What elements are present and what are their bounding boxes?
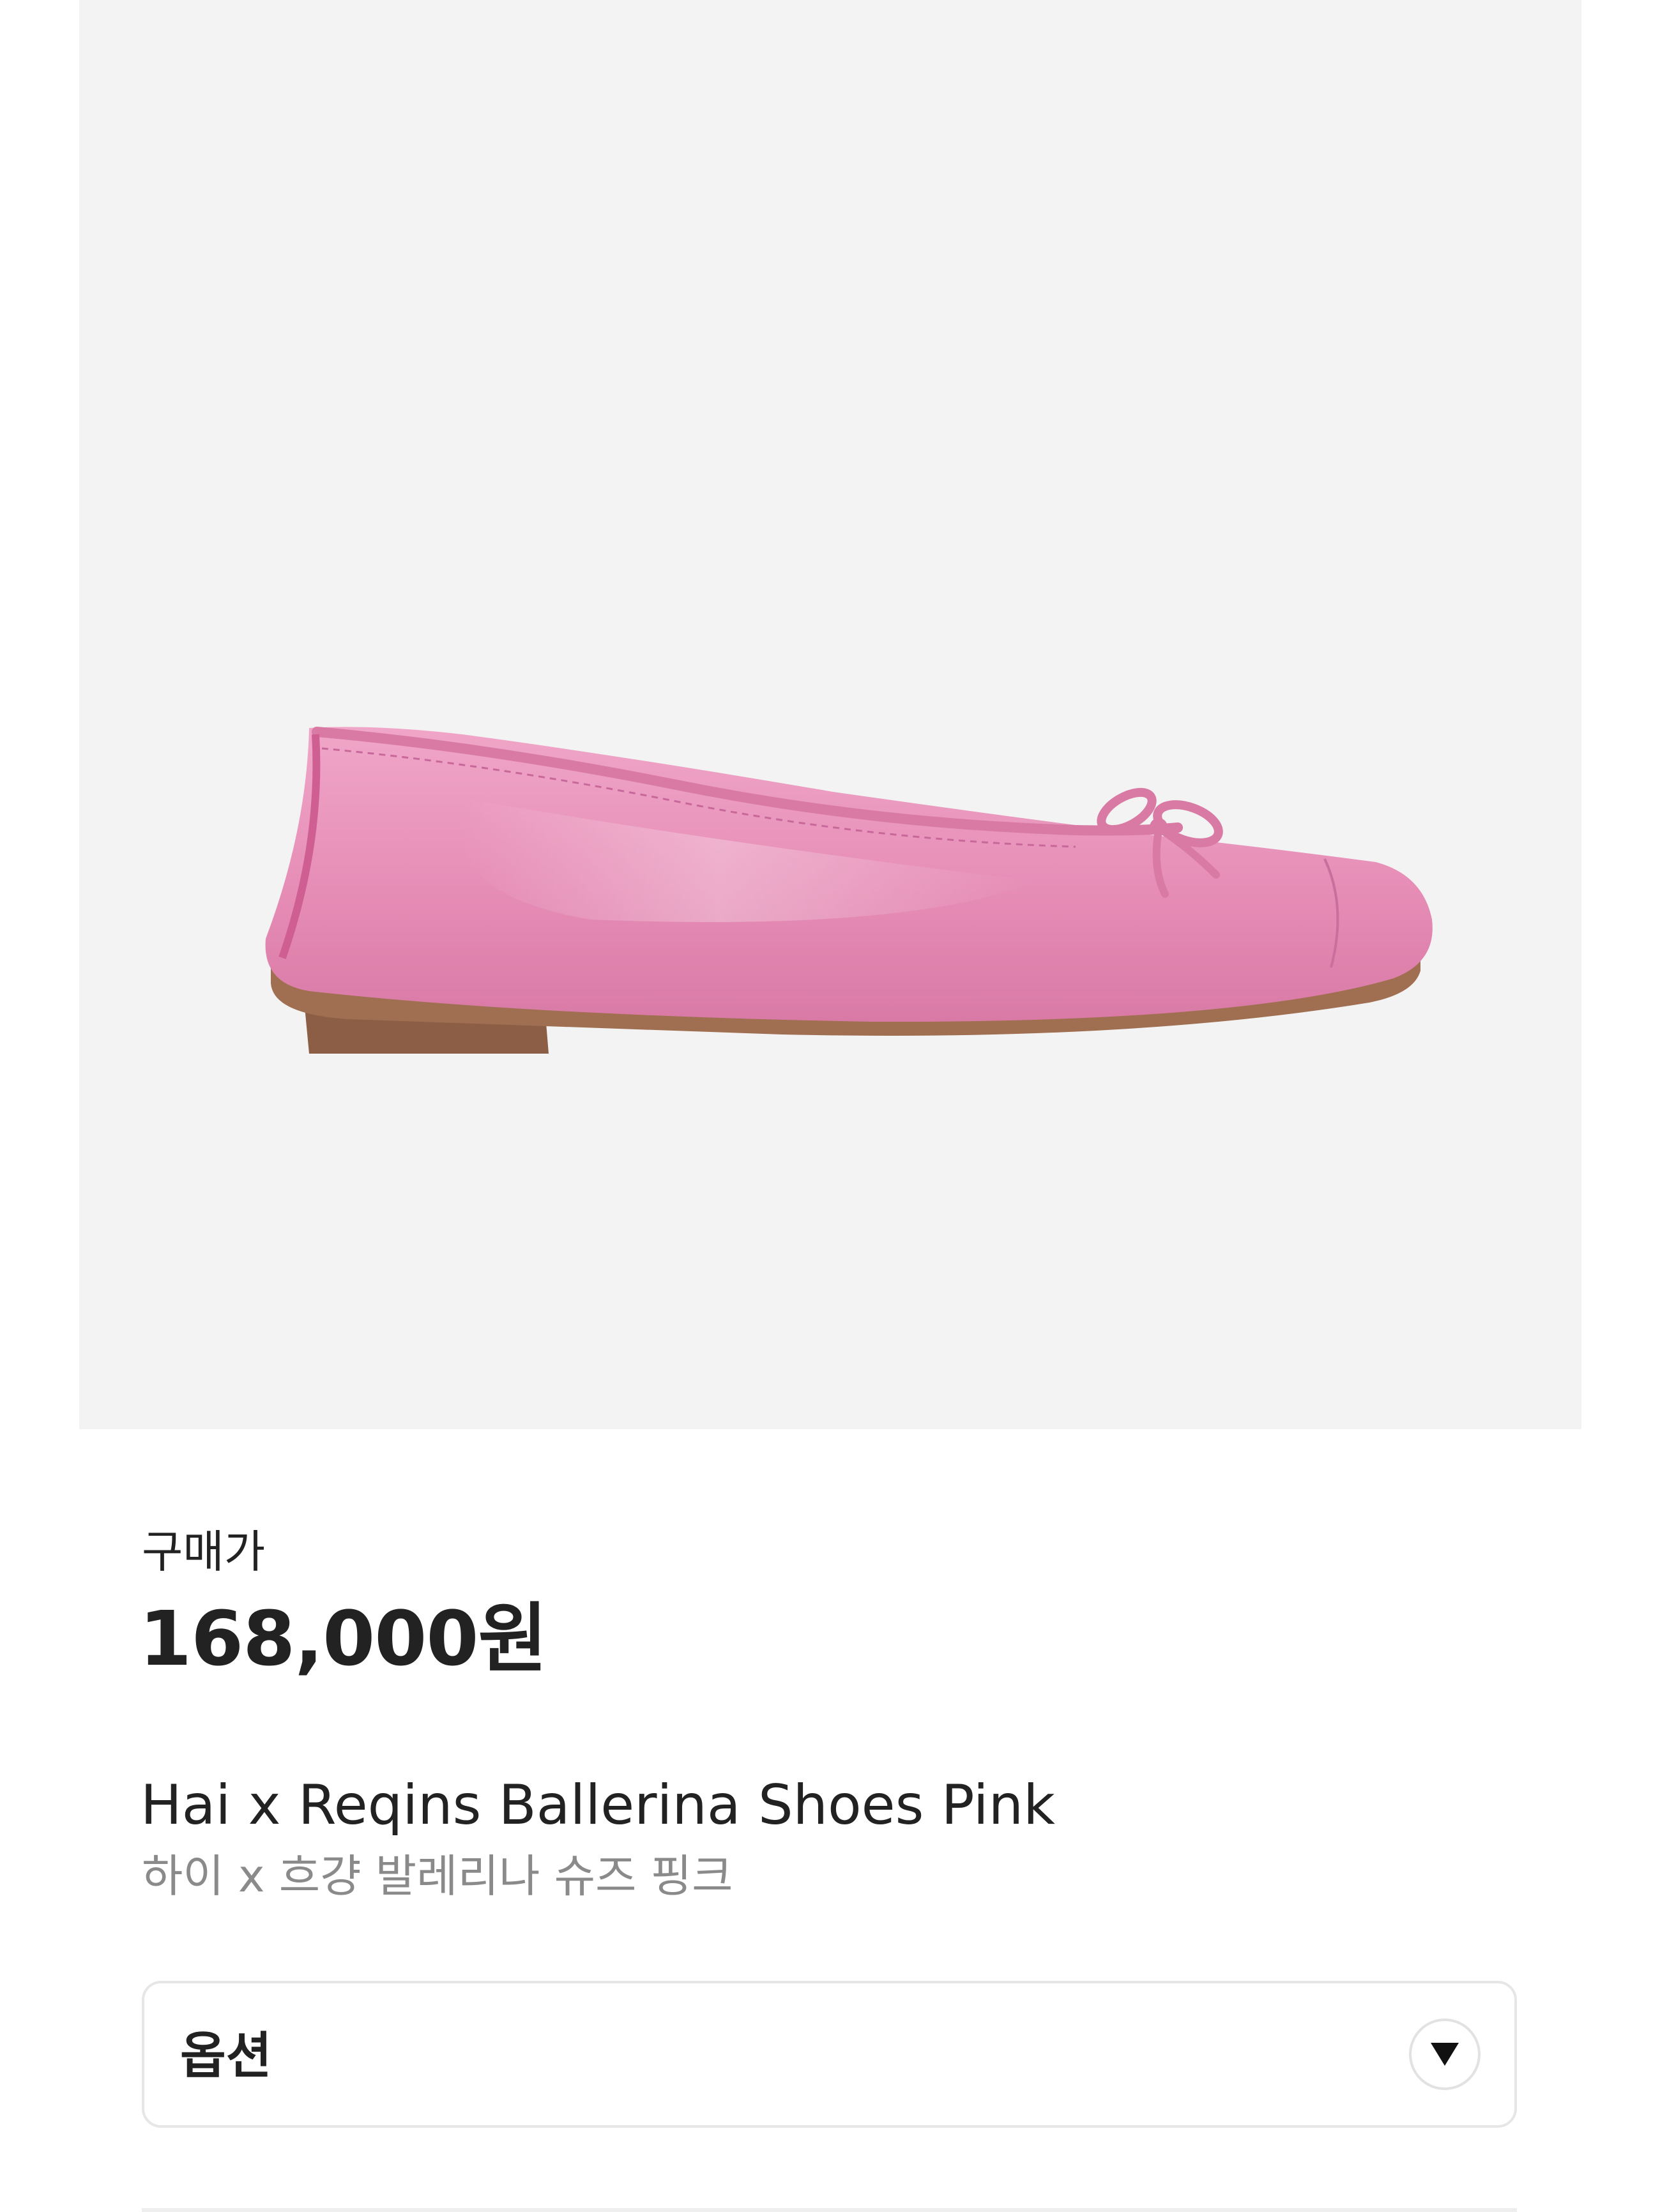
product-title-english: Hai x Reqins Ballerina Shoes Pink <box>141 1773 1055 1837</box>
product-image[interactable] <box>79 0 1581 1429</box>
product-title-korean: 하이 x 흐걍 발레리나 슈즈 핑크 <box>142 1850 733 1902</box>
ballet-flat-shoe-illustration <box>265 727 1433 1054</box>
section-divider <box>142 2208 1517 2212</box>
price-value: 168,000원 <box>139 1595 547 1683</box>
option-select-label: 옵션 <box>180 2027 272 2085</box>
option-select[interactable]: 옵션 <box>142 1981 1517 2128</box>
price-label: 구매가 <box>142 1526 266 1578</box>
option-dropdown-button[interactable] <box>1409 2019 1481 2090</box>
chevron-down-icon <box>1431 2043 1459 2066</box>
